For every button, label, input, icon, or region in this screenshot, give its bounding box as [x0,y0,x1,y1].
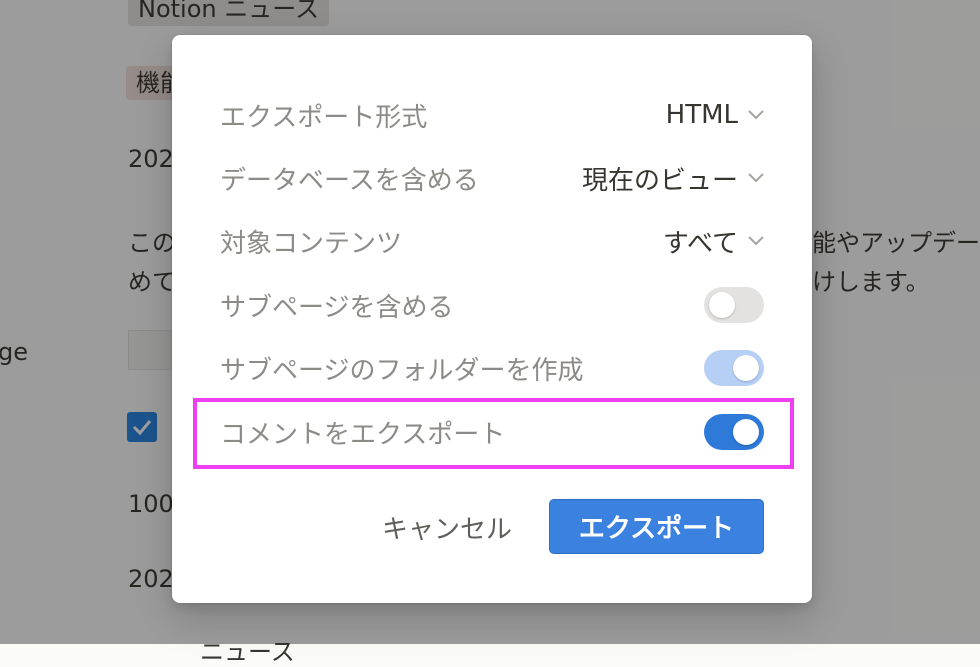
export-format-row[interactable]: エクスポート形式 HTML [220,88,764,142]
include-subpages-toggle[interactable] [704,287,764,323]
create-subpage-folders-toggle[interactable] [704,350,764,386]
chevron-down-icon [748,173,764,183]
content-scope-select[interactable]: すべて [663,223,764,260]
include-subpages-label: サブページを含める [220,292,454,323]
include-databases-select[interactable]: 現在のビュー [582,160,764,197]
content-scope-value: すべて [662,228,738,259]
create-subpage-folders-label: サブページのフォルダーを作成 [220,355,584,386]
export-format-label: エクスポート形式 [220,102,428,133]
cancel-button[interactable]: キャンセル [372,501,522,553]
export-format-select[interactable]: HTML [666,100,764,130]
highlight-box [193,398,794,469]
export-button[interactable]: エクスポート [549,499,764,554]
include-databases-label: データベースを含める [220,165,479,196]
chevron-down-icon [748,110,764,120]
content-scope-row[interactable]: 対象コンテンツ すべて [220,214,764,268]
content-scope-label: 対象コンテンツ [220,228,403,259]
chevron-down-icon [748,236,764,246]
export-format-value: HTML [665,100,738,130]
include-databases-value: 現在のビュー [581,165,738,196]
include-databases-row[interactable]: データベースを含める 現在のビュー [220,151,764,205]
include-subpages-row: サブページを含める [220,278,764,332]
create-subpage-folders-row: サブページのフォルダーを作成 [220,341,764,395]
export-dialog: エクスポート形式 HTML データベースを含める 現在のビュー 対象コンテンツ … [172,35,812,603]
toggle-knob [709,292,735,318]
toggle-knob [733,355,759,381]
